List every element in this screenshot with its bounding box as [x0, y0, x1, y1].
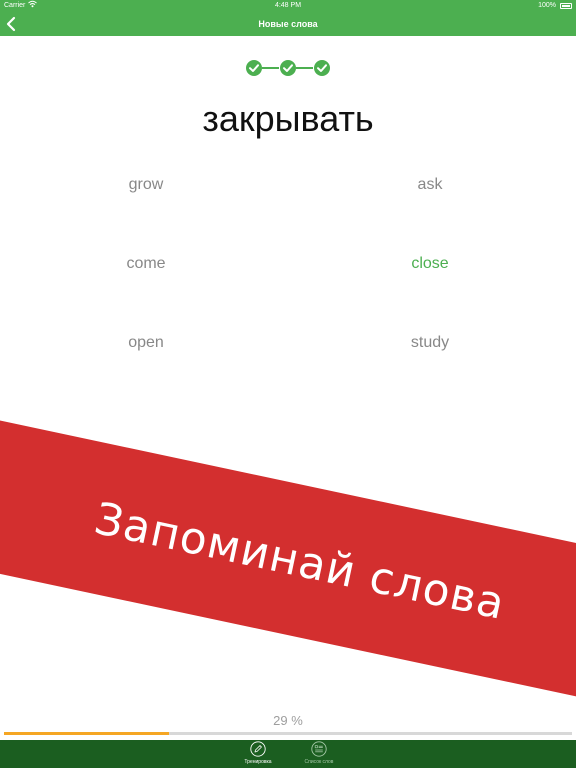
- answer-option[interactable]: come: [46, 255, 246, 273]
- question-word: закрывать: [202, 98, 374, 139]
- answer-option[interactable]: study: [330, 334, 530, 352]
- navigation-bar: Новые слова: [0, 12, 576, 36]
- progress-label: 29 %: [273, 713, 303, 728]
- progress-bar: [4, 732, 572, 735]
- page-title: Новые слова: [258, 19, 318, 29]
- pencil-icon: [250, 741, 266, 757]
- promo-banner-text: Запоминай слова: [90, 492, 510, 630]
- clock: 4:48 PM: [274, 2, 302, 9]
- status-bar: Carrier 4:48 PM 100%: [0, 0, 576, 12]
- tab-label: Тренировка: [244, 759, 272, 765]
- check-circle-icon: [280, 60, 296, 76]
- answer-option-correct[interactable]: close: [330, 255, 530, 273]
- battery-percentage: 100%: [538, 2, 556, 9]
- tab-word-list[interactable]: Список слов: [289, 740, 349, 768]
- promo-banner: Запоминай слова: [0, 408, 576, 714]
- tab-bar: Тренировка Список слов: [0, 740, 576, 768]
- list-icon: [311, 741, 327, 757]
- battery-icon: [560, 3, 572, 9]
- step-indicator: [245, 59, 331, 77]
- answer-option[interactable]: open: [46, 334, 246, 352]
- answer-option[interactable]: ask: [330, 176, 530, 194]
- answer-option[interactable]: grow: [46, 176, 246, 194]
- check-circle-icon: [246, 60, 262, 76]
- progress-bar-fill: [4, 732, 169, 735]
- tab-training[interactable]: Тренировка: [228, 740, 288, 768]
- tab-label: Список слов: [304, 759, 334, 765]
- check-circle-icon: [314, 60, 330, 76]
